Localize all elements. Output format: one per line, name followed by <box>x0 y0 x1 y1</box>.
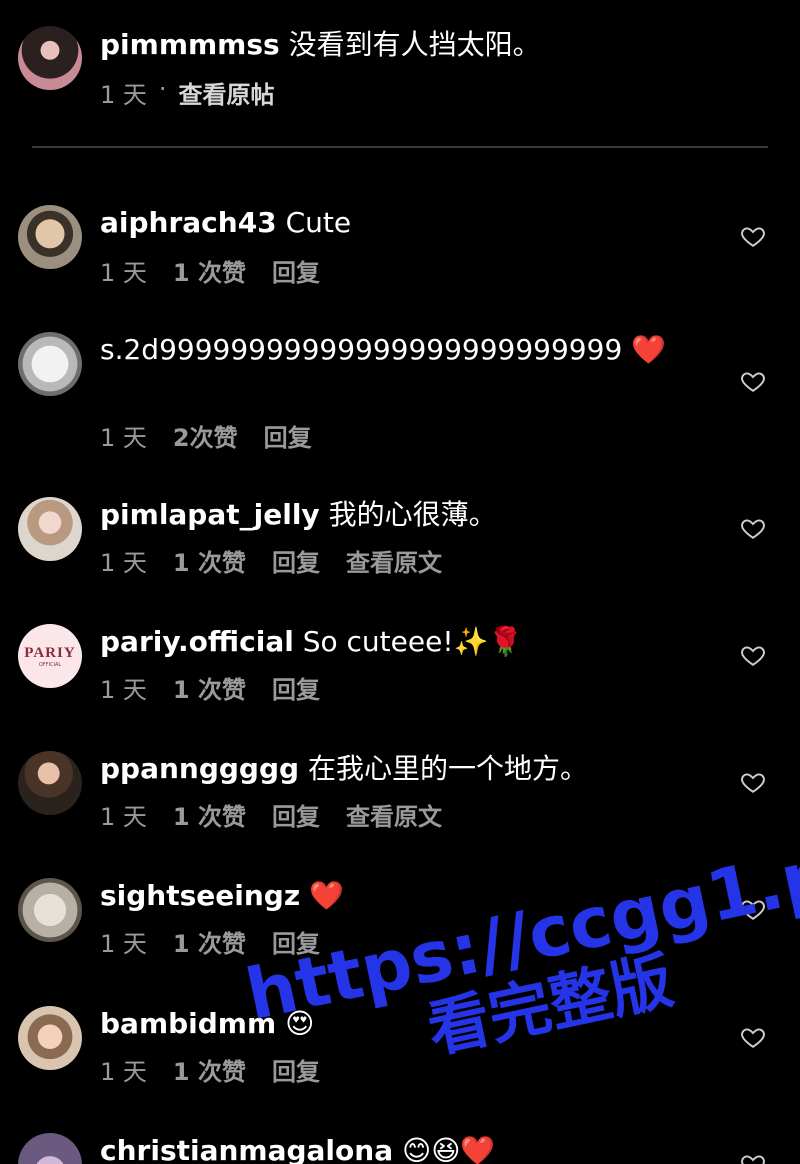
comment-item: pimlapat_jelly 我的心很薄。 1 天 1 次赞 回复 查看原文 <box>18 497 778 577</box>
comment-text: s.2d99999999999999999999999999 ❤️ <box>100 332 718 368</box>
comment-meta: 1 天 1 次赞 回复 查看原文 <box>100 797 442 832</box>
comment-meta: 1 天 1 次赞 回复 查看原文 <box>100 543 442 578</box>
comment-text: christianmagalona 😊😆❤️ <box>100 1133 718 1164</box>
meta-separator: · <box>158 75 167 103</box>
comment-item: bambidmm 😍 1 天 1 次赞 回复 <box>18 1006 778 1086</box>
like-heart-icon[interactable] <box>740 896 766 922</box>
comment-body: 😍 <box>285 1007 315 1040</box>
comment-like-count[interactable]: 1 次赞 <box>173 670 246 705</box>
like-heart-icon[interactable] <box>740 223 766 249</box>
comment-body: 在我心里的一个地方。 <box>307 752 588 785</box>
comment-item: christianmagalona 😊😆❤️ <box>18 1133 778 1164</box>
commenter-avatar[interactable] <box>18 878 82 942</box>
comment-like-count[interactable]: 1 次赞 <box>173 797 246 832</box>
comment-text: sightseeingz ❤️ <box>100 878 718 914</box>
comment-item: aiphrach43 Cute 1 天 1 次赞 回复 <box>18 205 778 288</box>
comment-username[interactable]: ppannggggg <box>100 752 299 785</box>
comment-like-count[interactable]: 1 次赞 <box>173 543 246 578</box>
comment-username[interactable]: pimlapat_jelly <box>100 498 320 531</box>
reply-button[interactable]: 回复 <box>272 797 320 832</box>
comment-time: 1 天 <box>100 424 147 452</box>
commenter-avatar[interactable] <box>18 332 82 396</box>
comment-body: ❤️ <box>631 333 667 366</box>
post-header: pimmmmss 没看到有人挡太阳。 1 天 · 查看原帖 <box>18 25 778 115</box>
comment-text: ppannggggg 在我心里的一个地方。 <box>100 751 718 787</box>
like-heart-icon[interactable] <box>740 515 766 541</box>
comment-time: 1 天 <box>100 930 147 958</box>
commenter-avatar[interactable]: PARIY OFFICIAL <box>18 624 82 688</box>
comment-time: 1 天 <box>100 1058 147 1086</box>
comment-meta: 1 天 2次赞 回复 <box>100 418 312 453</box>
pariy-logo-subtext: OFFICIAL <box>38 661 62 668</box>
comment-body: 😊😆❤️ <box>402 1134 496 1164</box>
post-meta: 1 天 · 查看原帖 <box>100 75 275 110</box>
comment-text: pimlapat_jelly 我的心很薄。 <box>100 497 718 533</box>
comment-text: pariy.official So cuteee!✨🌹 <box>100 624 718 660</box>
comment-body: ❤️ <box>309 879 344 912</box>
comment-username[interactable]: bambidmm <box>100 1007 276 1040</box>
reply-button[interactable]: 回复 <box>272 253 320 288</box>
like-heart-icon[interactable] <box>740 368 766 394</box>
post-caption: 没看到有人挡太阳。 <box>288 28 541 61</box>
view-original-text-link[interactable]: 查看原文 <box>346 543 442 578</box>
comment-username[interactable]: pariy.official <box>100 625 294 658</box>
pariy-logo-text: PARIY <box>24 644 76 661</box>
comment-item: s.2d99999999999999999999999999 ❤️ 1 天 2次… <box>18 332 778 452</box>
comment-like-count[interactable]: 2次赞 <box>173 418 238 453</box>
comment-time: 1 天 <box>100 259 147 287</box>
commenter-avatar[interactable] <box>18 497 82 561</box>
comment-text: bambidmm 😍 <box>100 1006 718 1042</box>
commenter-avatar[interactable] <box>18 751 82 815</box>
commenter-avatar[interactable] <box>18 205 82 269</box>
post-author-avatar[interactable] <box>18 26 82 90</box>
comment-body: 我的心很薄。 <box>328 498 497 531</box>
comment-time: 1 天 <box>100 803 147 831</box>
comment-item: PARIY OFFICIAL pariy.official So cuteee!… <box>18 624 778 704</box>
commenter-avatar[interactable] <box>18 1006 82 1070</box>
comment-username[interactable]: s.2d99999999999999999999999999 <box>100 333 622 366</box>
comment-meta: 1 天 1 次赞 回复 <box>100 1052 320 1087</box>
comment-meta: 1 天 1 次赞 回复 <box>100 924 320 959</box>
comment-meta: 1 天 1 次赞 回复 <box>100 670 320 705</box>
comment-item: sightseeingz ❤️ 1 天 1 次赞 回复 <box>18 878 778 958</box>
comment-body: So cuteee!✨🌹 <box>302 625 524 658</box>
view-original-text-link[interactable]: 查看原文 <box>346 797 442 832</box>
comment-like-count[interactable]: 1 次赞 <box>173 1052 246 1087</box>
reply-button[interactable]: 回复 <box>272 1052 320 1087</box>
comment-item: ppannggggg 在我心里的一个地方。 1 天 1 次赞 回复 查看原文 <box>18 751 778 831</box>
like-heart-icon[interactable] <box>740 1024 766 1050</box>
comment-time: 1 天 <box>100 676 147 704</box>
like-heart-icon[interactable] <box>740 769 766 795</box>
like-heart-icon[interactable] <box>740 1151 766 1164</box>
comment-like-count[interactable]: 1 次赞 <box>173 253 246 288</box>
comment-username[interactable]: sightseeingz <box>100 879 300 912</box>
post-caption-line: pimmmmss 没看到有人挡太阳。 <box>100 27 778 63</box>
comment-username[interactable]: christianmagalona <box>100 1134 393 1164</box>
like-heart-icon[interactable] <box>740 642 766 668</box>
comment-username[interactable]: aiphrach43 <box>100 206 277 239</box>
comment-time: 1 天 <box>100 549 147 577</box>
reply-button[interactable]: 回复 <box>264 418 312 453</box>
reply-button[interactable]: 回复 <box>272 543 320 578</box>
comment-body: Cute <box>285 206 352 239</box>
comment-text: aiphrach43 Cute <box>100 205 718 241</box>
post-time: 1 天 <box>100 81 147 109</box>
commenter-avatar[interactable] <box>18 1133 82 1164</box>
divider <box>32 146 768 148</box>
view-original-post-link[interactable]: 查看原帖 <box>179 75 275 110</box>
reply-button[interactable]: 回复 <box>272 924 320 959</box>
post-username[interactable]: pimmmmss <box>100 28 280 61</box>
comment-meta: 1 天 1 次赞 回复 <box>100 253 320 288</box>
comment-like-count[interactable]: 1 次赞 <box>173 924 246 959</box>
reply-button[interactable]: 回复 <box>272 670 320 705</box>
